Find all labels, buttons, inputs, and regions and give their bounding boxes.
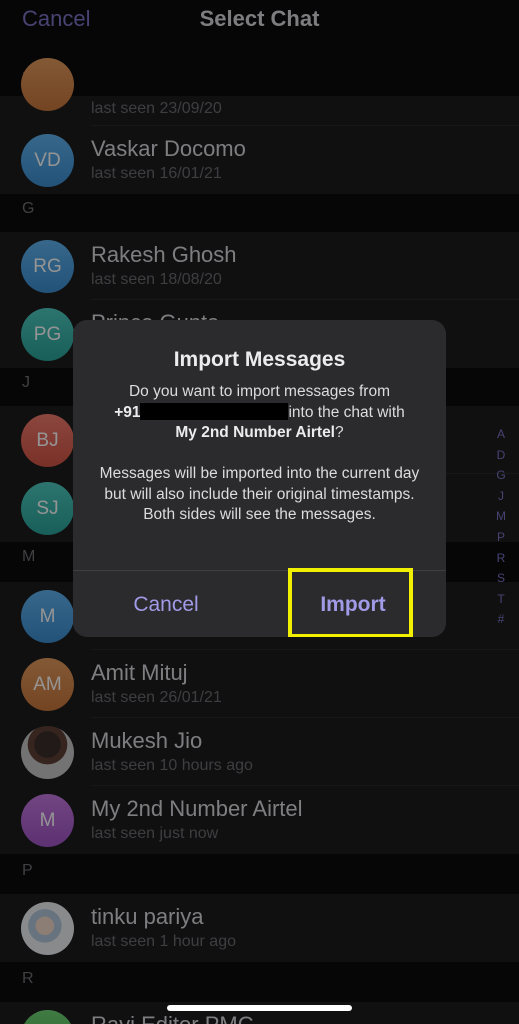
phone-prefix: +91 (114, 403, 141, 421)
import-messages-dialog: Import Messages Do you want to import me… (73, 320, 446, 637)
import-highlight-box (288, 568, 413, 637)
target-chat-name: My 2nd Number Airtel (175, 424, 335, 441)
dialog-message: Do you want to import messages from +91 i… (93, 382, 426, 526)
redacted-phone-number (140, 402, 289, 420)
question-mark: ? (335, 424, 344, 441)
select-chat-screen: Cancel Select Chat D last seen 23/09/20 … (0, 0, 519, 1024)
dialog-line-2: into the chat with (288, 403, 405, 421)
dialog-cancel-button[interactable]: Cancel (73, 572, 259, 637)
dialog-note: Messages will be imported into the curre… (99, 465, 420, 523)
dialog-title: Import Messages (173, 348, 346, 371)
dialog-line-1: Do you want to import messages from (128, 383, 391, 400)
home-indicator (167, 1005, 352, 1011)
